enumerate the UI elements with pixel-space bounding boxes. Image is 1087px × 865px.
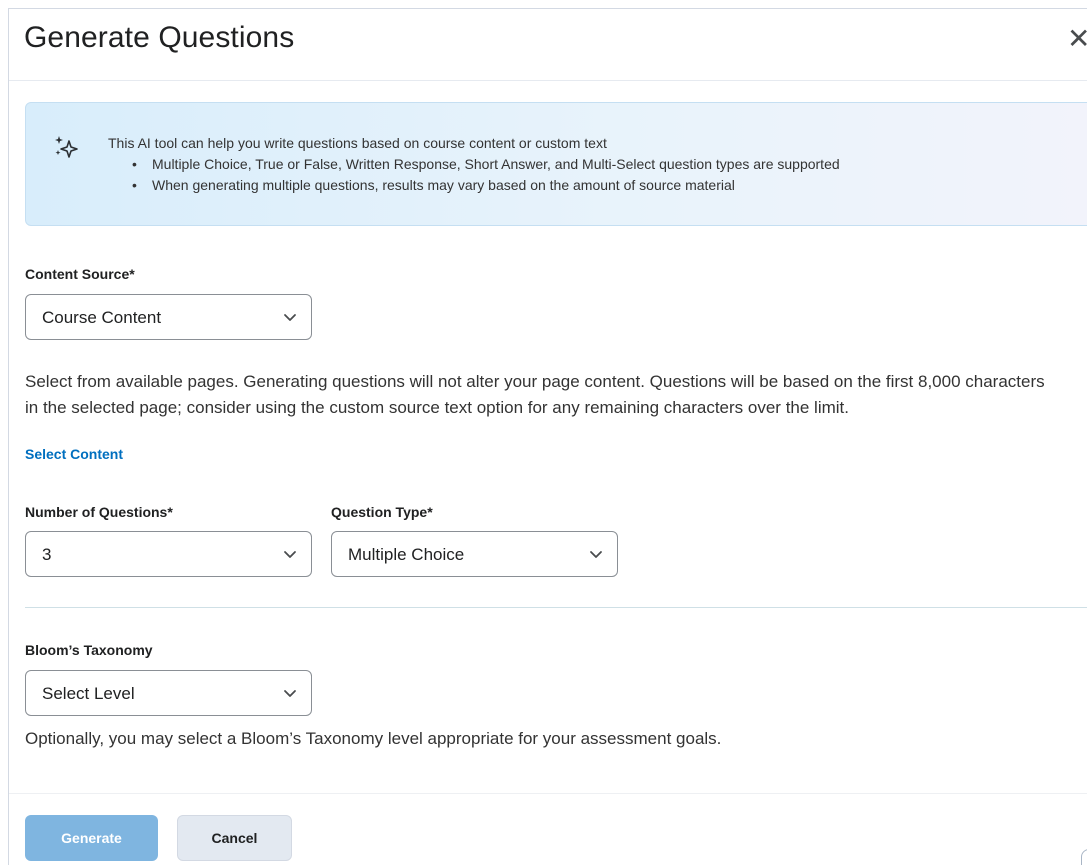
help-widget[interactable] bbox=[1081, 849, 1087, 865]
cancel-button[interactable]: Cancel bbox=[177, 815, 292, 861]
number-of-questions-select[interactable]: 3 bbox=[25, 531, 312, 577]
section-divider bbox=[25, 607, 1087, 608]
select-content-link[interactable]: Select Content bbox=[25, 446, 123, 462]
content-description: Select from available pages. Generating … bbox=[25, 369, 1045, 421]
blooms-taxonomy-value: Select Level bbox=[42, 684, 135, 703]
dialog-header: Generate Questions ✕ bbox=[9, 9, 1087, 81]
info-bullet: When generating multiple questions, resu… bbox=[132, 175, 840, 196]
info-bullet: Multiple Choice, True or False, Written … bbox=[132, 154, 840, 175]
dialog-title: Generate Questions bbox=[24, 21, 295, 54]
question-type-value: Multiple Choice bbox=[348, 545, 465, 564]
chevron-down-icon bbox=[284, 551, 296, 558]
info-text: This AI tool can help you write question… bbox=[108, 133, 840, 196]
number-of-questions-value: 3 bbox=[42, 545, 52, 564]
generate-questions-dialog: Generate Questions ✕ This AI tool can he… bbox=[8, 8, 1087, 865]
generate-button[interactable]: Generate bbox=[25, 815, 158, 861]
content-description-line: in the selected page; consider using the… bbox=[25, 398, 849, 417]
number-of-questions-label: Number of Questions* bbox=[25, 504, 173, 520]
content-description-line: Select from available pages. Generating … bbox=[25, 372, 1045, 391]
chevron-down-icon bbox=[284, 314, 296, 321]
close-icon[interactable]: ✕ bbox=[1067, 25, 1087, 53]
question-type-label: Question Type* bbox=[331, 504, 433, 520]
blooms-help-text: Optionally, you may select a Bloom’s Tax… bbox=[25, 729, 722, 748]
info-intro: This AI tool can help you write question… bbox=[108, 135, 607, 151]
info-banner: This AI tool can help you write question… bbox=[25, 102, 1087, 226]
footer-divider bbox=[9, 793, 1087, 794]
chevron-down-icon bbox=[284, 690, 296, 697]
content-source-label: Content Source* bbox=[25, 266, 135, 282]
content-source-select[interactable]: Course Content bbox=[25, 294, 312, 340]
info-bullets: Multiple Choice, True or False, Written … bbox=[132, 154, 840, 196]
chevron-down-icon bbox=[590, 551, 602, 558]
question-type-select[interactable]: Multiple Choice bbox=[331, 531, 618, 577]
sparkle-icon bbox=[55, 136, 78, 158]
content-source-value: Course Content bbox=[42, 308, 162, 327]
blooms-taxonomy-select[interactable]: Select Level bbox=[25, 670, 312, 716]
blooms-taxonomy-label: Bloom’s Taxonomy bbox=[25, 642, 153, 658]
